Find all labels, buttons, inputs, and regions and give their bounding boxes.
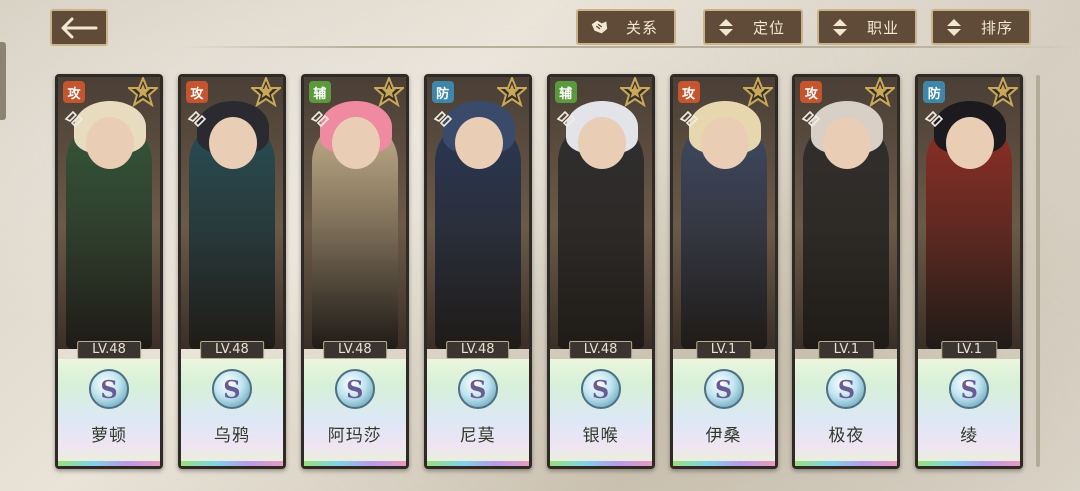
role-badge: 攻 (63, 81, 85, 103)
character-name: 银喉 (582, 426, 619, 446)
rank-badge: S (580, 369, 621, 409)
character-card[interactable]: 辅 S 银喉 LV.48 (546, 74, 655, 469)
star-icon (495, 77, 529, 108)
character-name: 伊桑 (705, 426, 742, 446)
character-card[interactable]: 辅 S 阿玛莎 LV.48 (300, 74, 409, 469)
sort-icon (715, 16, 737, 38)
relations-button[interactable]: 关系 (576, 9, 676, 45)
class-icon (187, 110, 207, 128)
character-name: 萝顿 (91, 426, 127, 446)
rarity-bar (180, 461, 283, 466)
sort-icon (829, 16, 851, 38)
role-badge: 攻 (677, 81, 700, 103)
class-filter-label: 职业 (866, 18, 899, 37)
class-icon (433, 110, 453, 128)
character-card[interactable]: 防 S 绫 LV.1 (915, 74, 1024, 469)
character-card[interactable]: 攻 S 乌鸦 LV.48 (177, 74, 286, 469)
rank-badge: S (457, 369, 498, 409)
level-label: LV.1 (695, 341, 752, 359)
rank-badge: S (826, 369, 867, 409)
rarity-bar (672, 461, 775, 466)
rarity-bar (795, 461, 898, 466)
card-info-panel: S 极夜 (795, 359, 898, 466)
level-label: LV.48 (322, 341, 387, 359)
class-icon (310, 110, 330, 128)
character-card[interactable]: 防 S 尼莫 LV.48 (423, 74, 532, 469)
scrollbar[interactable] (1036, 75, 1040, 467)
star-icon (617, 77, 652, 108)
position-filter-label: 定位 (752, 18, 785, 37)
character-card[interactable]: 攻 S 萝顿 LV.48 (55, 74, 163, 469)
role-badge: 攻 (185, 81, 208, 103)
card-info-panel: S绫 (918, 359, 1021, 466)
star-icon (372, 77, 406, 108)
character-name: 极夜 (828, 426, 865, 446)
sort-button[interactable]: 排序 (931, 9, 1031, 45)
sort-label: 排序 (980, 18, 1013, 37)
role-badge: 攻 (800, 81, 823, 103)
role-badge: 辅 (554, 81, 577, 103)
back-button[interactable] (50, 9, 108, 46)
star-icon (249, 77, 283, 108)
portrait-face (946, 117, 995, 169)
star-icon (863, 77, 898, 108)
class-icon (556, 110, 576, 128)
rank-badge: S (89, 369, 129, 409)
level-label: LV.48 (568, 341, 633, 359)
level-label: LV.48 (445, 341, 510, 359)
header-divider (180, 46, 1080, 48)
portrait-face (577, 117, 626, 169)
card-info-panel: S 伊桑 (672, 359, 775, 466)
class-filter-button[interactable]: 职业 (817, 9, 917, 45)
portrait-face (86, 117, 134, 169)
character-name: 尼莫 (459, 426, 496, 446)
portrait-face (454, 117, 503, 169)
card-info-panel: S 乌鸦 (180, 359, 283, 466)
role-badge: 防 (923, 81, 946, 103)
portrait-face (331, 117, 380, 169)
card-info-panel: S 银喉 (549, 359, 652, 466)
rarity-bar (426, 461, 529, 466)
star-icon (126, 77, 160, 108)
character-card[interactable]: 攻 S 极夜 LV.1 (792, 74, 901, 469)
level-label: LV.1 (818, 341, 875, 359)
role-badge: 防 (431, 81, 454, 103)
character-name: 乌鸦 (213, 426, 250, 446)
card-info-panel: S 阿玛莎 (303, 359, 406, 466)
rarity-bar (549, 461, 652, 466)
relations-label: 关系 (625, 18, 658, 37)
handshake-icon (588, 16, 610, 38)
position-filter-button[interactable]: 定位 (703, 9, 803, 45)
card-info-panel: S 尼莫 (426, 359, 529, 466)
sort-icon (943, 16, 965, 38)
class-icon (64, 110, 84, 128)
side-drawer-tab[interactable] (0, 42, 6, 120)
class-icon (801, 110, 821, 128)
level-label: LV.48 (200, 341, 264, 359)
level-label: LV.48 (77, 341, 141, 359)
portrait-face (208, 117, 257, 169)
rarity-bar (58, 461, 160, 466)
portrait-face (700, 117, 749, 169)
arrow-left-icon (61, 17, 98, 38)
card-info-panel: S 萝顿 (58, 359, 160, 466)
rarity-bar (918, 461, 1021, 466)
role-badge: 辅 (308, 81, 331, 103)
character-name: 绫 (960, 426, 979, 446)
star-icon (740, 77, 775, 108)
level-label: LV.1 (941, 341, 998, 359)
rank-badge: S (211, 369, 252, 409)
class-icon (679, 110, 699, 128)
rarity-bar (303, 461, 406, 466)
character-card[interactable]: 攻 S 伊桑 LV.1 (669, 74, 778, 469)
character-name: 阿玛莎 (327, 426, 382, 446)
class-icon (924, 110, 944, 128)
rank-badge: S (949, 369, 990, 409)
star-icon (986, 77, 1020, 108)
rank-badge: S (703, 369, 744, 409)
rank-badge: S (334, 369, 375, 409)
